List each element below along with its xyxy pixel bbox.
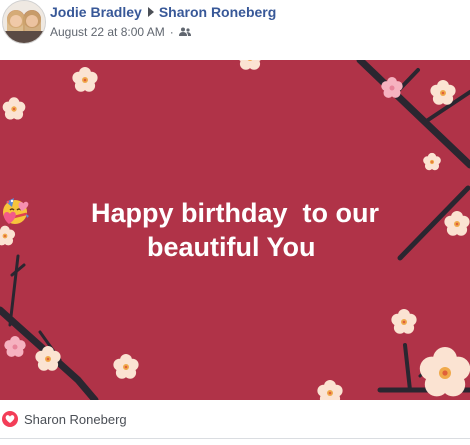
separator-dot: · — [169, 25, 174, 39]
post-header: Jodie Bradley Sharon Roneberg August 22 a… — [0, 0, 470, 52]
message-text-3: beautiful You — [146, 232, 316, 262]
message-text-2: to our — [302, 198, 380, 228]
birthday-card[interactable]: Happy birthday to our beautiful You — [0, 60, 470, 400]
birthday-message: Happy birthday to our beautiful You — [0, 196, 470, 264]
reaction-names-link[interactable]: Sharon Roneberg — [24, 412, 127, 427]
post-timestamp[interactable]: August 22 at 8:00 AM — [50, 25, 165, 39]
author-name-link[interactable]: Jodie Bradley — [50, 4, 142, 20]
arrow-right-icon — [147, 7, 154, 17]
target-name-link[interactable]: Sharon Roneberg — [159, 4, 276, 20]
message-line-1: Happy birthday to our — [0, 196, 470, 230]
post-title: Jodie Bradley Sharon Roneberg — [50, 4, 276, 20]
author-avatar[interactable] — [2, 0, 46, 44]
post-footer: Sharon Roneberg — [0, 400, 470, 445]
friends-icon[interactable] — [178, 27, 191, 37]
message-text-1: Happy birthday — [90, 198, 288, 228]
post-meta: August 22 at 8:00 AM · — [50, 25, 191, 39]
love-reaction-icon[interactable] — [2, 411, 18, 427]
footer-divider — [0, 438, 470, 439]
message-line-2: beautiful You — [0, 201, 470, 264]
